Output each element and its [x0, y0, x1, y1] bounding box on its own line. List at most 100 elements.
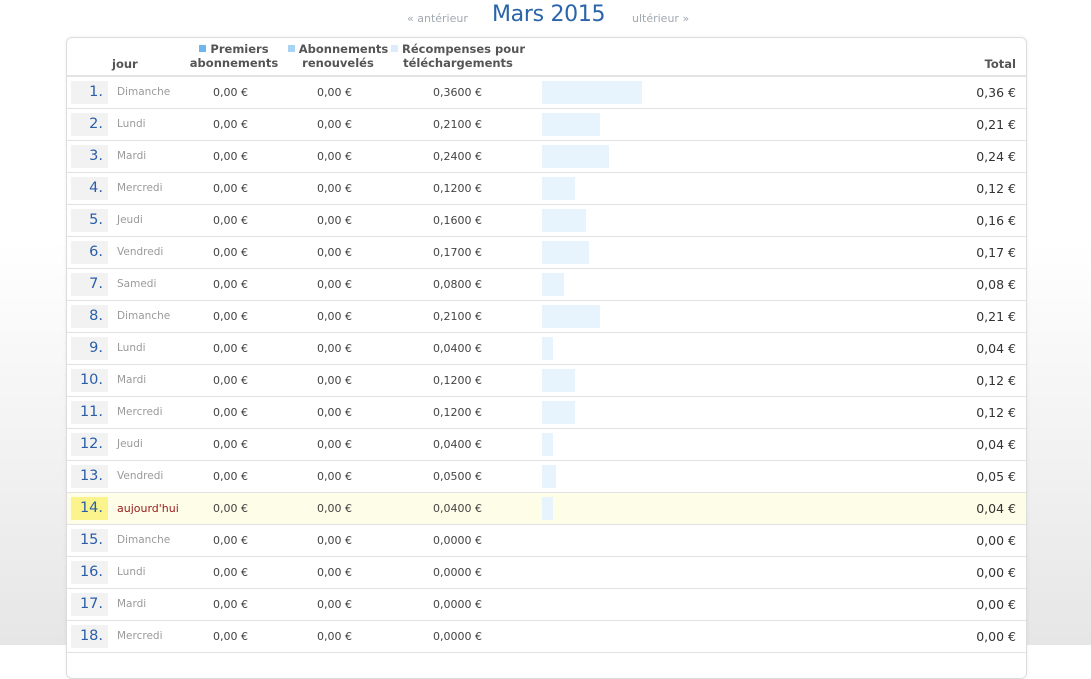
recompenses-value: 0,2400 € — [433, 150, 482, 163]
table-row: 17. Mardi 0,00 € 0,00 € 0,0000 € 0,00 € — [67, 589, 1026, 621]
table-row: 9. Lundi 0,00 € 0,00 € 0,0400 € 0,04 € — [67, 333, 1026, 365]
abonnements-renouveles-value: 0,00 € — [317, 310, 352, 323]
day-name: Vendredi — [117, 246, 164, 258]
table-row: 18. Mercredi 0,00 €0,00 €0,0000 €0,00 € — [67, 621, 1026, 653]
abonnements-renouveles-value: 0,00 € — [317, 150, 352, 163]
premiers-abonnements-value: 0,00 € — [213, 246, 248, 259]
total-value: 0,36 € — [976, 85, 1016, 100]
column-header-renouveles-line1: Abonnements — [298, 42, 389, 56]
recompenses-value: 0,1200 € — [433, 374, 482, 387]
table-row: 10. Mardi 0,00 € 0,00 € 0,1200 € 0,12 € — [67, 365, 1026, 397]
column-header-renouveles: Abonnements renouvelés — [283, 42, 393, 70]
abonnements-renouveles-value: 0,00 € — [317, 534, 352, 547]
total-value: 0,05 € — [976, 469, 1016, 484]
premiers-abonnements-value: 0,00 € — [213, 278, 248, 291]
earnings-bar — [542, 177, 575, 200]
abonnements-renouveles-value: 0,00 € — [317, 502, 352, 515]
day-name: Mercredi — [117, 182, 163, 194]
total-value: 0,04 € — [976, 341, 1016, 356]
premiers-abonnements-value: 0,00 € — [213, 150, 248, 163]
premiers-abonnements-value: 0,00 € — [213, 630, 248, 643]
abonnements-renouveles-value: 0,00 € — [317, 374, 352, 387]
recompenses-value: 0,2100 € — [433, 310, 482, 323]
table-row: 11. Mercredi 0,00 € 0,00 € 0,1200 € 0,12 € — [67, 397, 1026, 429]
column-header-renouveles-line2: renouvelés — [302, 56, 374, 70]
day-number: 1. — [71, 81, 108, 104]
abonnements-renouveles-value: 0,00 € — [317, 214, 352, 227]
total-value: 0,24 € — [976, 149, 1016, 164]
table-row: 5. Jeudi 0,00 € 0,00 € 0,1600 € 0,16 € — [67, 205, 1026, 237]
column-header-premiers-line2: abonnements — [189, 56, 279, 70]
day-name: Mercredi — [117, 630, 163, 642]
premiers-abonnements-value: 0,00 € — [213, 534, 248, 547]
day-name: Mercredi — [117, 406, 163, 418]
day-number: 5. — [71, 209, 108, 232]
recompenses-value: 0,0500 € — [433, 470, 482, 483]
table-row: 13. Vendredi 0,00 € 0,00 € 0,0500 € 0,05 € — [67, 461, 1026, 493]
recompenses-value: 0,0400 € — [433, 502, 482, 515]
premiers-abonnements-value: 0,00 € — [213, 86, 248, 99]
table-row: 7. Samedi 0,00 € 0,00 € 0,0800 € 0,08 € — [67, 269, 1026, 301]
day-name: Lundi — [117, 566, 146, 578]
abonnements-renouveles-value: 0,00 € — [317, 278, 352, 291]
premiers-abonnements-value: 0,00 € — [213, 598, 248, 611]
table-header: jour Premiers abonnements Abonnements re… — [67, 38, 1026, 77]
day-number: 10. — [71, 369, 108, 392]
previous-month-link[interactable]: « antérieur — [407, 12, 468, 25]
recompenses-value: 0,0400 € — [433, 438, 482, 451]
table-body: 1. Dimanche 0,00 € 0,00 € 0,3600 € 0,36 € 2. Lu… — [67, 77, 1026, 653]
earnings-table: jour Premiers abonnements Abonnements re… — [66, 37, 1027, 679]
legend-swatch-premiers — [199, 45, 207, 52]
premiers-abonnements-value: 0,00 € — [213, 310, 248, 323]
table-row: 4. Mercredi 0,00 € 0,00 € 0,1200 € 0,12 € — [67, 173, 1026, 205]
earnings-bar — [542, 241, 589, 264]
premiers-abonnements-value: 0,00 € — [213, 438, 248, 451]
table-row: 15. Dimanche 0,00 € 0,00 € 0,0000 € 0,00 € — [67, 525, 1026, 557]
column-header-recompenses-line1: Récompenses pour — [401, 42, 526, 56]
day-name: Mardi — [117, 598, 147, 610]
day-number: 17. — [71, 593, 108, 616]
recompenses-value: 0,1700 € — [433, 246, 482, 259]
total-value: 0,00 € — [976, 533, 1016, 548]
earnings-bar — [542, 81, 642, 104]
recompenses-value: 0,2100 € — [433, 118, 482, 131]
table-row: 8. Dimanche 0,00 € 0,00 € 0,2100 € 0,21 € — [67, 301, 1026, 333]
table-row: 6. Vendredi 0,00 € 0,00 € 0,1700 € 0,17 € — [67, 237, 1026, 269]
column-header-premiers-line1: Premiers — [210, 42, 269, 56]
earnings-bar — [542, 465, 556, 488]
column-header-total: Total — [984, 57, 1016, 71]
day-name: Vendredi — [117, 470, 164, 482]
day-number: 16. — [71, 561, 108, 584]
day-number: 12. — [71, 433, 108, 456]
abonnements-renouveles-value: 0,00 € — [317, 86, 352, 99]
abonnements-renouveles-value: 0,00 € — [317, 566, 352, 579]
earnings-bar — [542, 433, 553, 456]
abonnements-renouveles-value: 0,00 € — [317, 342, 352, 355]
table-row: 3. Mardi 0,00 € 0,00 € 0,2400 € 0,24 € — [67, 141, 1026, 173]
recompenses-value: 0,0000 € — [433, 598, 482, 611]
month-navigation: « antérieur Mars 2015 ultérieur » — [0, 0, 1091, 36]
table-row: 2. Lundi 0,00 € 0,00 € 0,2100 € 0,21 € — [67, 109, 1026, 141]
day-name: Jeudi — [117, 438, 143, 450]
earnings-bar — [542, 369, 575, 392]
premiers-abonnements-value: 0,00 € — [213, 342, 248, 355]
recompenses-value: 0,1200 € — [433, 182, 482, 195]
recompenses-value: 0,0000 € — [433, 630, 482, 643]
abonnements-renouveles-value: 0,00 € — [317, 470, 352, 483]
day-name: aujourd'hui — [117, 502, 179, 515]
premiers-abonnements-value: 0,00 € — [213, 566, 248, 579]
premiers-abonnements-value: 0,00 € — [213, 214, 248, 227]
abonnements-renouveles-value: 0,00 € — [317, 182, 352, 195]
day-name: Lundi — [117, 342, 146, 354]
day-number: 8. — [71, 305, 108, 328]
total-value: 0,17 € — [976, 245, 1016, 260]
earnings-bar — [542, 113, 600, 136]
legend-swatch-renouveles — [287, 45, 295, 52]
recompenses-value: 0,0800 € — [433, 278, 482, 291]
premiers-abonnements-value: 0,00 € — [213, 502, 248, 515]
earnings-bar — [542, 401, 575, 424]
next-month-link[interactable]: ultérieur » — [632, 12, 689, 25]
earnings-bar — [542, 497, 553, 520]
abonnements-renouveles-value: 0,00 € — [317, 118, 352, 131]
total-value: 0,21 € — [976, 309, 1016, 324]
